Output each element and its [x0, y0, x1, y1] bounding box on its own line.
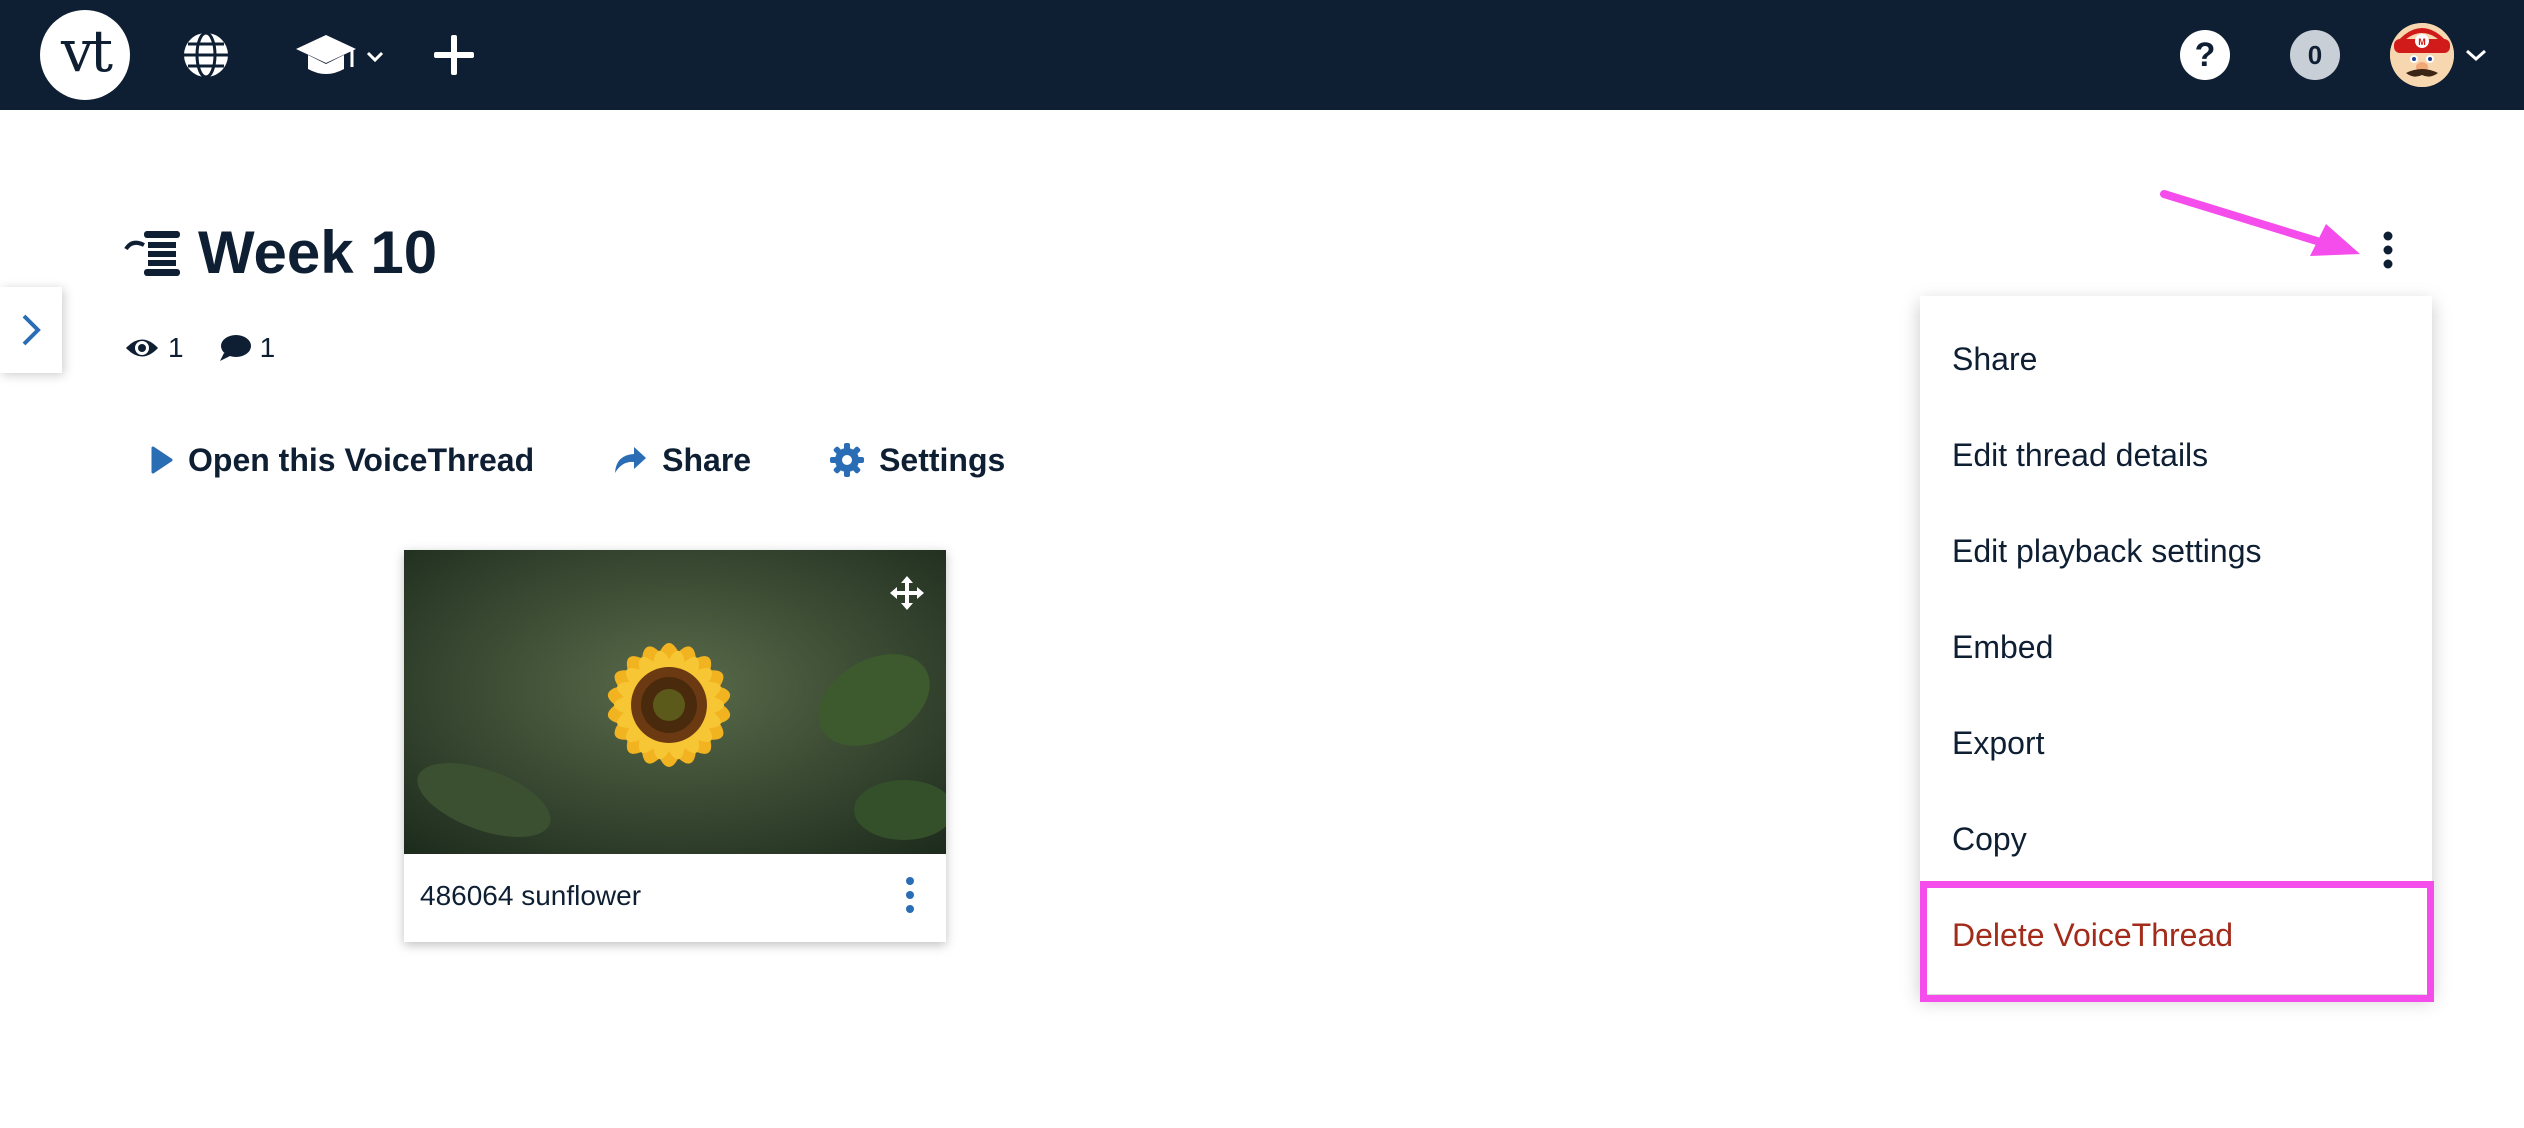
slide-options-icon[interactable]: [904, 876, 916, 919]
menu-item-embed[interactable]: Embed: [1952, 627, 2053, 667]
account-menu[interactable]: M: [2390, 20, 2488, 90]
highlight-box: [1920, 881, 2434, 1002]
plus-icon[interactable]: [430, 25, 486, 85]
voicethread-logo[interactable]: vt: [40, 10, 130, 100]
settings-button[interactable]: Settings: [829, 442, 1005, 479]
thread-title-row: Week 10: [124, 214, 437, 290]
thread-stats: 1 1: [124, 326, 309, 370]
thread-actions: Open this VoiceThread Share Settings: [150, 432, 1083, 488]
notification-count-badge[interactable]: 0: [2290, 30, 2340, 80]
share-arrow-icon: [615, 447, 647, 473]
help-icon[interactable]: ?: [2180, 30, 2230, 80]
menu-item-edit-thread-details[interactable]: Edit thread details: [1952, 435, 2208, 475]
menu-item-share[interactable]: Share: [1952, 339, 2037, 379]
chevron-down-icon: [2466, 49, 2486, 62]
menu-item-export[interactable]: Export: [1952, 723, 2044, 763]
menu-item-copy[interactable]: Copy: [1952, 819, 2027, 859]
comments-stat: 1: [218, 332, 276, 364]
graduation-cap-icon[interactable]: [292, 25, 392, 85]
views-stat: 1: [124, 332, 184, 364]
chevron-down-icon: [366, 51, 384, 63]
move-icon[interactable]: [890, 576, 924, 615]
svg-text:M: M: [2418, 37, 2426, 47]
sunflower-thumbnail[interactable]: [404, 550, 946, 854]
sidebar-toggle-button[interactable]: [0, 287, 62, 373]
play-icon: [151, 446, 173, 474]
annotation-arrow: [2160, 190, 2360, 256]
slide-title: 486064 sunflower: [420, 880, 642, 911]
gear-icon: [830, 443, 865, 477]
thread-options-icon[interactable]: [2370, 228, 2406, 272]
globe-icon[interactable]: [180, 25, 240, 85]
comments-count: 1: [259, 332, 276, 363]
thread-icon: [124, 231, 180, 276]
comment-icon: [219, 335, 251, 361]
share-button[interactable]: Share: [612, 442, 751, 479]
top-navbar: vt ? 0 M: [0, 0, 2524, 110]
open-voicethread-button[interactable]: Open this VoiceThread: [150, 442, 534, 479]
menu-item-edit-playback-settings[interactable]: Edit playback settings: [1952, 531, 2262, 571]
chevron-right-icon: [22, 314, 41, 346]
avatar: M: [2390, 23, 2454, 87]
views-count: 1: [168, 332, 184, 363]
slide-card[interactable]: 486064 sunflower: [404, 550, 946, 942]
page-title: Week 10: [198, 218, 438, 286]
eye-icon: [126, 339, 158, 357]
